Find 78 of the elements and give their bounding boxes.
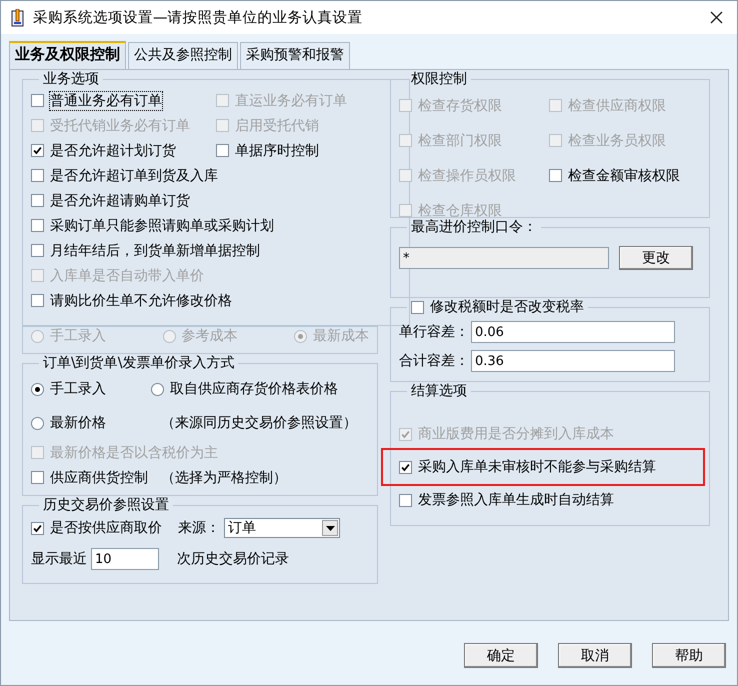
checkbox[interactable] [31, 169, 44, 182]
dialog-button[interactable]: 确定 [464, 643, 538, 668]
checkbox[interactable] [549, 169, 562, 182]
option-label: 检查业务员权限 [568, 132, 666, 150]
field-label: 合计容差： [399, 352, 469, 370]
checkbox[interactable] [31, 294, 44, 307]
option-label: 入库单是否自动带入单价 [50, 266, 204, 284]
option-label: 检查仓库权限 [418, 202, 502, 219]
caret-icon [326, 526, 334, 530]
close-icon[interactable] [710, 11, 723, 24]
checkbox[interactable] [31, 244, 44, 257]
document-pencil-icon [11, 8, 25, 26]
option-label: 请购比价生单不允许修改价格 [50, 292, 232, 310]
option-label: 检查存货权限 [418, 96, 502, 114]
option-label: 是否允许超计划订货 [50, 142, 176, 160]
option-label: 直运业务必有订单 [235, 92, 347, 110]
radio-button[interactable] [31, 382, 44, 396]
checkbox[interactable] [31, 522, 44, 534]
option-label: 受托代销业务必有订单 [50, 116, 190, 134]
group-title: 业务选项 [42, 70, 100, 88]
group-title: 结算选项 [410, 382, 468, 400]
source-dropdown[interactable]: 订单 [224, 518, 340, 538]
tolerance-field[interactable]: 0.06 [471, 321, 675, 343]
tab[interactable]: 采购预警和报警 [240, 42, 350, 69]
option-label: 采购订单只能参照请购单或采购计划 [50, 216, 274, 234]
radio-button[interactable] [151, 382, 164, 396]
option-label: 检查部门权限 [418, 132, 502, 150]
option-label: 供应商供货控制 [50, 468, 148, 486]
window-title: 采购系统选项设置—请按照贵单位的业务认真设置 [33, 9, 364, 27]
option-label: 商业版费用是否分摊到入库成本 [418, 425, 614, 443]
change-button[interactable]: 更改 [619, 246, 693, 270]
note-text: （选择为严格控制） [161, 468, 287, 486]
option-label: 手工录入 [50, 380, 106, 398]
option-label: 采购入库单未审核时不能参与采购结算 [418, 458, 656, 476]
checkbox[interactable] [31, 194, 44, 207]
password-field[interactable]: * [399, 247, 609, 269]
group-title: 权限控制 [410, 70, 468, 88]
tolerance-field[interactable]: 0.36 [471, 350, 675, 372]
option-label: 检查供应商权限 [568, 96, 666, 114]
option-label: 月结年结后，到货单新增单据控制 [50, 242, 260, 260]
tab[interactable]: 业务及权限控制 [9, 41, 126, 69]
checkbox[interactable] [399, 460, 412, 474]
option-label: 是否允许超请购单订货 [50, 192, 190, 210]
option-label: 启用受托代销 [235, 116, 319, 134]
option-label: 最新成本 [313, 327, 369, 345]
option-label: 单据序时控制 [235, 142, 319, 160]
option-label: 检查金额审核权限 [568, 166, 680, 184]
checkbox[interactable] [31, 94, 44, 107]
checkbox[interactable] [411, 300, 424, 314]
dialog-button[interactable]: 取消 [558, 643, 632, 668]
option-label: 是否允许超订单到货及入库 [50, 166, 218, 184]
option-label: 修改税额时是否改变税率 [430, 298, 584, 316]
option-label: 检查操作员权限 [418, 166, 516, 184]
note-text: （来源同历史交易价参照设置） [161, 414, 357, 432]
field-label: 来源： [178, 519, 220, 537]
checkbox[interactable] [31, 144, 44, 157]
field-label: 单行容差： [399, 323, 469, 341]
group-title: 历史交易价参照设置 [42, 496, 170, 514]
option-label: 普通业务必有订单 [50, 92, 162, 110]
checkbox[interactable] [31, 219, 44, 232]
count-field[interactable]: 10 [91, 548, 159, 570]
option-label: 参考成本 [182, 327, 238, 345]
radio-button[interactable] [31, 416, 44, 430]
checkbox[interactable] [31, 471, 44, 484]
group-title: 最高进价控制口令： [410, 218, 538, 236]
option-label: 最新价格是否以含税价为主 [50, 444, 218, 462]
option-label: 是否按供应商取价 [50, 519, 162, 537]
option-label: 发票参照入库单生成时自动结算 [418, 491, 614, 509]
group-title: 订单\到货单\发票单价录入方式 [42, 354, 236, 372]
checkbox[interactable] [399, 494, 412, 506]
option-label: 取自供应商存货价格表价格 [170, 380, 338, 398]
tab[interactable]: 公共及参照控制 [128, 42, 238, 69]
option-label: 最新价格 [50, 414, 106, 432]
option-label: 手工录入 [50, 327, 106, 345]
field-label: 次历史交易价记录 [177, 550, 289, 568]
dialog-button[interactable]: 帮助 [652, 643, 726, 668]
checkbox[interactable] [216, 144, 229, 157]
field-label: 显示最近 [31, 550, 87, 568]
